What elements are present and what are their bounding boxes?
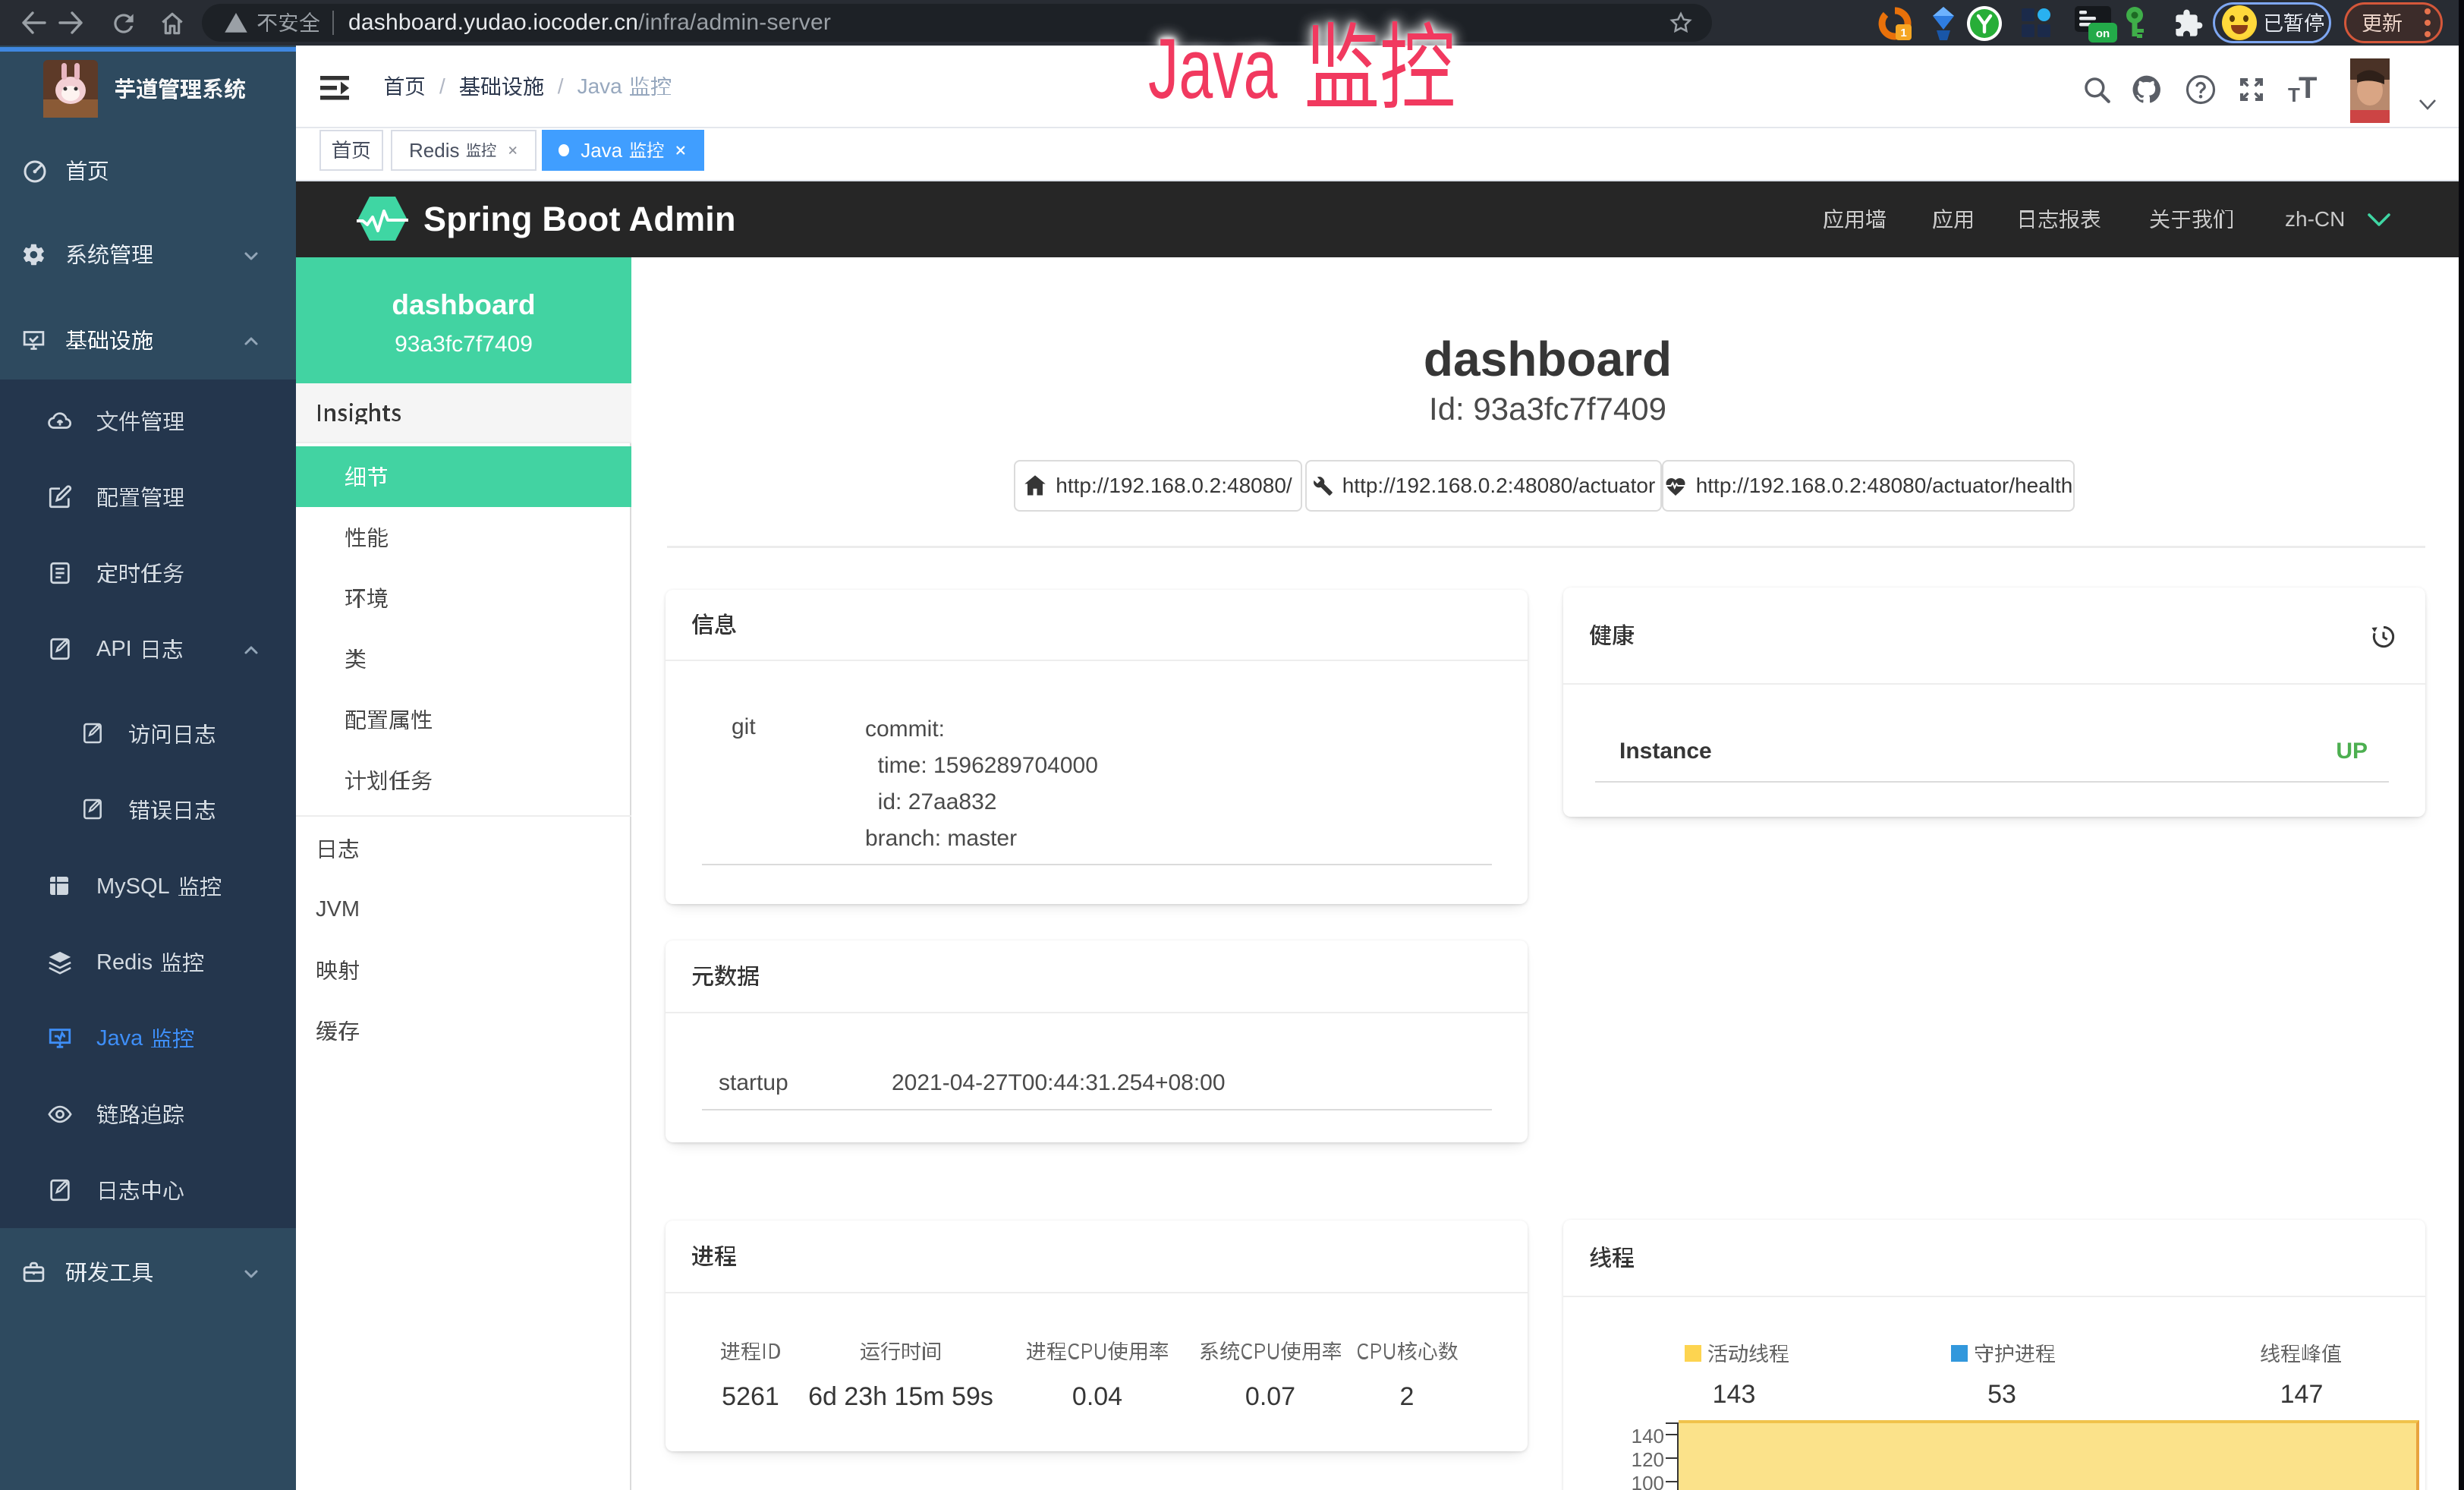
svg-text:on: on <box>2096 27 2110 40</box>
svg-text:1: 1 <box>1900 27 1906 39</box>
